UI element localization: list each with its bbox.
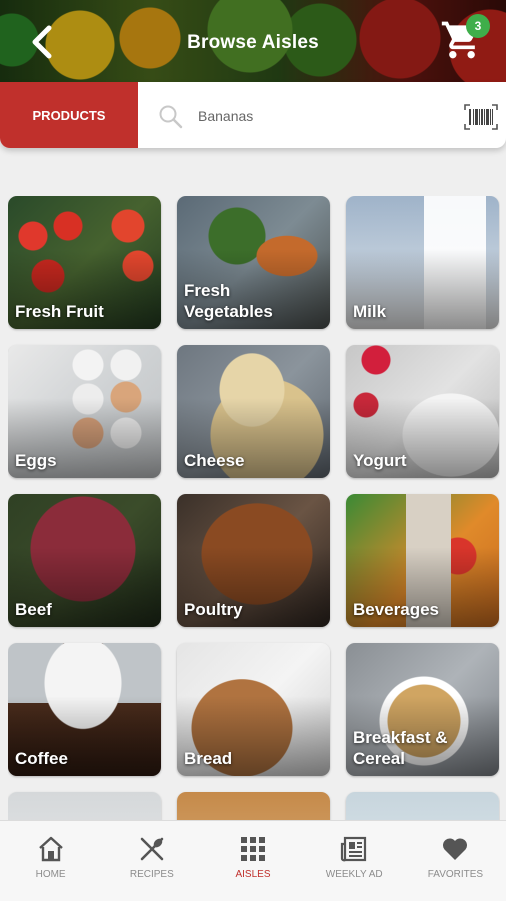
aisle-tile-beverages[interactable]: Beverages xyxy=(346,494,499,627)
aisle-tile-fresh-vegetables[interactable]: Fresh Vegetables xyxy=(177,196,330,329)
nav-label-favorites: FAVORITES xyxy=(427,869,484,880)
aisle-label: Milk xyxy=(353,302,387,321)
aisle-label: Eggs xyxy=(15,451,57,470)
nav-item-home[interactable]: HOME xyxy=(0,821,101,901)
aisle-label: Poultry xyxy=(184,600,243,619)
nav-item-aisles[interactable]: AISLES xyxy=(202,821,303,901)
aisle-tile-coffee[interactable]: Coffee xyxy=(8,643,161,776)
search-bar: PRODUCTS xyxy=(0,82,506,148)
aisle-tile-fresh-fruit[interactable]: Fresh Fruit xyxy=(8,196,161,329)
aisle-label: Beverages xyxy=(353,600,440,619)
nav-label-recipes: RECIPES xyxy=(129,869,174,880)
nav-item-weekly-ad[interactable]: WEEKLY AD xyxy=(304,821,405,901)
aisle-tile-bread[interactable]: Bread xyxy=(177,643,330,776)
aisle-label: Cheese xyxy=(184,451,245,470)
nav-item-favorites[interactable]: FAVORITES xyxy=(405,821,506,901)
grid-icon xyxy=(241,837,265,861)
newspaper-icon xyxy=(341,836,367,862)
aisle-label: Bread xyxy=(184,749,233,768)
aisle-label: Fresh Fruit xyxy=(15,302,104,321)
products-tab[interactable]: PRODUCTS xyxy=(0,82,138,148)
page-title: Browse Aisles xyxy=(187,32,319,53)
search-input[interactable] xyxy=(196,100,450,132)
aisle-tile-poultry[interactable]: Poultry xyxy=(177,494,330,627)
search-icon[interactable] xyxy=(158,104,184,130)
aisle-grid: Fresh Fruit Fresh Vegetables Milk Eggs C… xyxy=(8,196,500,820)
nav-label-home: HOME xyxy=(35,869,66,880)
aisle-tile-milk[interactable]: Milk xyxy=(346,196,499,329)
aisle-tile-eggs[interactable]: Eggs xyxy=(8,345,161,478)
nav-item-recipes[interactable]: RECIPES xyxy=(101,821,202,901)
aisle-label: Coffee xyxy=(15,749,68,768)
home-icon xyxy=(38,836,63,862)
barcode-icon[interactable] xyxy=(464,104,498,130)
aisle-tile-beef[interactable]: Beef xyxy=(8,494,161,627)
aisle-label: Beef xyxy=(15,600,52,619)
aisle-tile-partial[interactable] xyxy=(346,792,499,820)
aisle-tile-breakfast-cereal[interactable]: Breakfast & Cereal xyxy=(346,643,499,776)
aisle-tile-partial[interactable] xyxy=(177,792,330,820)
aisle-label: Fresh Vegetables xyxy=(184,281,273,321)
fork-knife-icon xyxy=(140,837,164,861)
heart-icon xyxy=(443,838,468,860)
bottom-nav: HOME RECIPES AISLES WEEKLY AD FAVORITES xyxy=(0,820,506,901)
aisle-label: Breakfast & Cereal xyxy=(353,728,448,768)
aisle-tile-yogurt[interactable]: Yogurt xyxy=(346,345,499,478)
aisle-tile-cheese[interactable]: Cheese xyxy=(177,345,330,478)
nav-label-aisles: AISLES xyxy=(235,869,271,880)
aisle-tile-partial[interactable] xyxy=(8,792,161,820)
header-banner: Browse Aisles 3 xyxy=(0,0,506,92)
aisle-label: Yogurt xyxy=(353,451,407,470)
cart-count-badge: 3 xyxy=(466,14,490,38)
nav-label-weekly-ad: WEEKLY AD xyxy=(325,869,383,880)
